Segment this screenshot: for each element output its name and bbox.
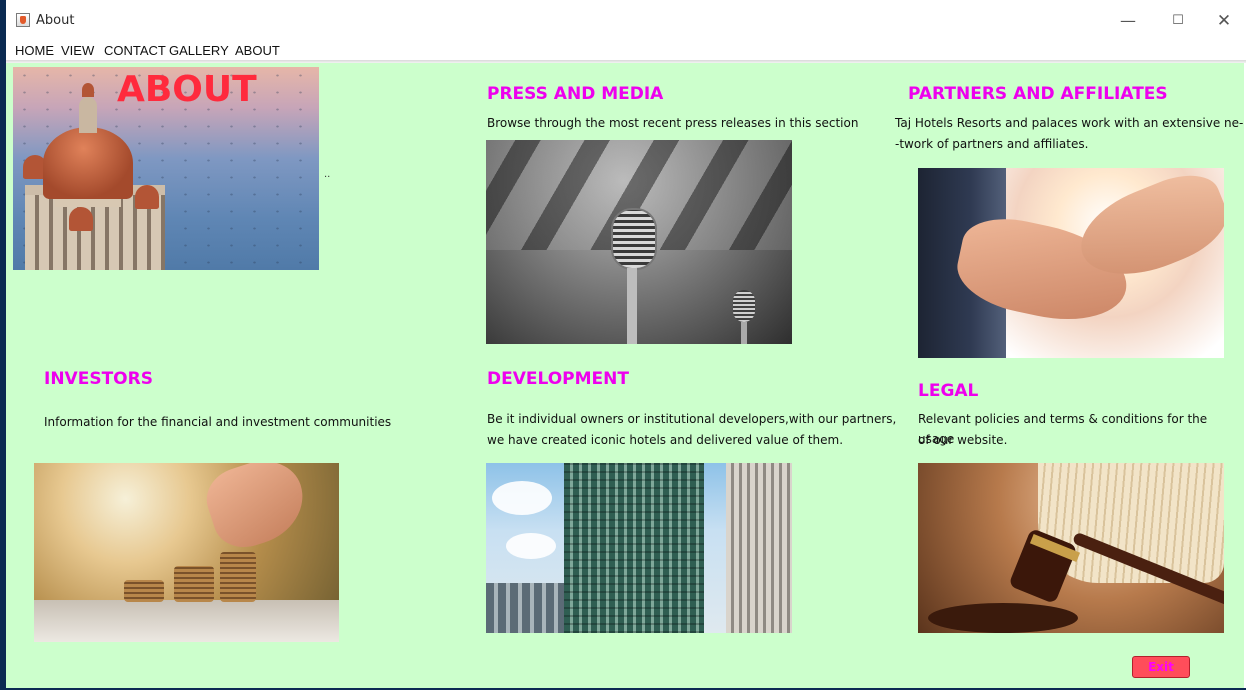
gavel-block (928, 603, 1078, 633)
development-text-line2: we have created iconic hotels and delive… (487, 433, 844, 447)
palace-small-dome (135, 185, 159, 209)
glass-tower (564, 463, 704, 633)
minimize-button[interactable]: — (1108, 8, 1148, 34)
investors-heading: INVESTORS (44, 369, 153, 389)
low-rise-buildings (486, 583, 566, 633)
partners-handshake-image (918, 168, 1224, 358)
press-microphone-image (486, 140, 792, 344)
hand-shape (198, 463, 315, 556)
partners-text-line2: -twork of partners and affiliates. (895, 137, 1089, 151)
investors-text: Information for the financial and invest… (44, 415, 392, 429)
close-button[interactable]: ✕ (1204, 8, 1244, 34)
coin-surface (34, 600, 339, 642)
window-title: About (36, 13, 75, 28)
coin-stack (220, 552, 256, 602)
legal-gavel-image (918, 463, 1224, 633)
development-heading: DEVELOPMENT (487, 369, 629, 389)
menu-home[interactable]: HOME (15, 43, 54, 58)
legal-heading: LEGAL (918, 381, 979, 401)
investors-coins-image (34, 463, 339, 642)
about-title: ABOUT (117, 69, 257, 110)
coin-stack (174, 566, 214, 602)
microphone-stand (627, 268, 637, 344)
microphone-icon (611, 208, 657, 270)
title-bar: About — ☐ ✕ (6, 0, 1246, 42)
press-text: Browse through the most recent press rel… (487, 116, 859, 130)
java-app-icon (16, 13, 30, 27)
partners-heading: PARTNERS AND AFFILIATES (908, 84, 1168, 104)
cloud-shape (492, 481, 552, 515)
partners-text-line1: Taj Hotels Resorts and palaces work with… (895, 116, 1244, 130)
app-window: About — ☐ ✕ HOME VIEW CONTACT GALLERY AB… (0, 0, 1246, 690)
menu-gallery[interactable]: GALLERY (169, 43, 229, 58)
legal-text-line2: of our website. (918, 433, 1008, 447)
palace-lantern (79, 83, 97, 133)
microphone-icon (733, 290, 755, 322)
cloud-shape (506, 533, 556, 559)
dot-mark: .. (324, 169, 331, 180)
content-panel: ABOUT .. PRESS AND MEDIA Browse through … (6, 63, 1244, 688)
palace-dome (43, 127, 133, 199)
development-text-line1: Be it individual owners or institutional… (487, 412, 897, 426)
coin-stack (124, 580, 164, 602)
microphone-stand (741, 322, 747, 344)
palace-small-dome (69, 207, 93, 231)
development-building-image (486, 463, 792, 633)
menu-contact[interactable]: CONTACT (104, 43, 166, 58)
press-heading: PRESS AND MEDIA (487, 84, 664, 104)
about-palace-image: ABOUT (13, 67, 319, 270)
menu-bar: HOME VIEW CONTACT GALLERY ABOUT (6, 42, 1246, 61)
menu-view[interactable]: VIEW (61, 43, 94, 58)
exit-button[interactable]: Exit (1132, 656, 1190, 678)
maximize-button[interactable]: ☐ (1158, 8, 1198, 34)
menu-about[interactable]: ABOUT (235, 43, 280, 58)
residential-tower (726, 463, 792, 633)
